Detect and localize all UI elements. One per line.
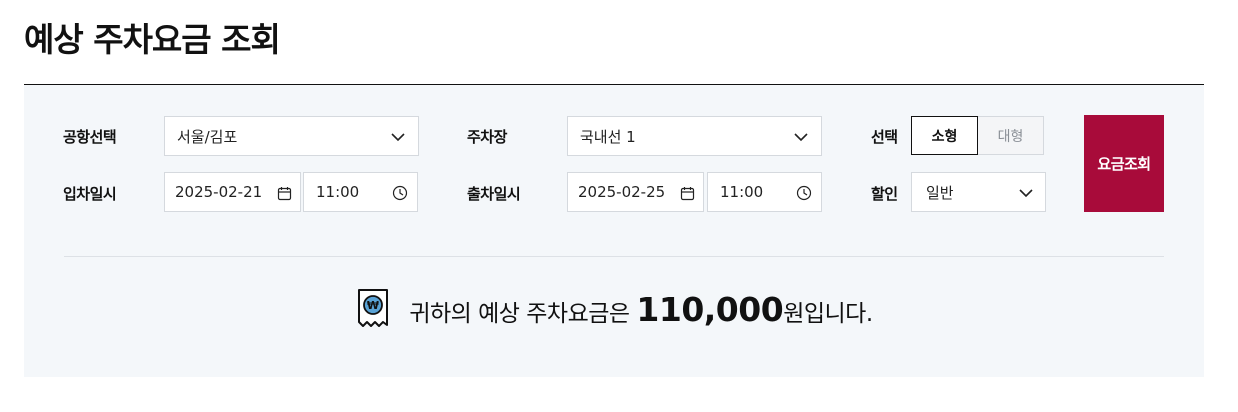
discount-select[interactable]: 일반 <box>911 172 1046 212</box>
search-fare-button[interactable]: 요금조회 <box>1084 115 1164 212</box>
parking-lot-label: 주차장 <box>467 128 507 146</box>
vehicle-small-toggle[interactable]: 소형 <box>911 116 978 155</box>
result-prefix: 귀하의 예상 주차요금은 <box>409 300 637 327</box>
entry-time-input[interactable]: 11:00 <box>303 172 418 212</box>
fare-result: ₩ 귀하의 예상 주차요금은 110,000원입니다. <box>24 285 1204 333</box>
calendar-icon[interactable] <box>277 186 292 201</box>
result-sentence: 귀하의 예상 주차요금은 110,000원입니다. <box>409 289 873 329</box>
clock-icon[interactable] <box>392 185 408 201</box>
vehicle-label: 선택 <box>871 128 898 146</box>
parking-lot-value: 국내선 1 <box>580 127 636 146</box>
exit-date-input[interactable]: 2025-02-25 <box>567 172 704 212</box>
entry-date-input[interactable]: 2025-02-21 <box>164 172 301 212</box>
parking-lot-select[interactable]: 국내선 1 <box>567 116 822 156</box>
entry-label: 입차일시 <box>63 185 117 203</box>
chevron-down-icon <box>391 133 405 142</box>
page-title: 예상 주차요금 조회 <box>24 20 281 59</box>
fare-search-panel: 공항선택 서울/김포 주차장 국내선 1 선택 소형 대형 입차일시 2025-… <box>24 85 1204 377</box>
receipt-won-icon: ₩ <box>358 289 389 327</box>
fare-amount: 110,000 <box>636 289 784 329</box>
result-suffix: 원입니다. <box>783 300 873 327</box>
chevron-down-icon <box>794 133 808 142</box>
svg-text:₩: ₩ <box>367 299 379 312</box>
vehicle-large-toggle[interactable]: 대형 <box>977 116 1044 155</box>
airport-select[interactable]: 서울/김포 <box>164 116 419 156</box>
airport-value: 서울/김포 <box>177 127 238 146</box>
section-divider <box>64 256 1164 257</box>
clock-icon[interactable] <box>796 185 812 201</box>
exit-time-input[interactable]: 11:00 <box>707 172 822 212</box>
airport-label: 공항선택 <box>63 128 117 146</box>
exit-label: 출차일시 <box>467 185 521 203</box>
page: 예상 주차요금 조회 공항선택 서울/김포 주차장 국내선 1 선택 소형 대형… <box>0 0 1238 412</box>
calendar-icon[interactable] <box>680 186 695 201</box>
chevron-down-icon <box>1019 189 1033 198</box>
discount-label: 할인 <box>871 185 898 203</box>
